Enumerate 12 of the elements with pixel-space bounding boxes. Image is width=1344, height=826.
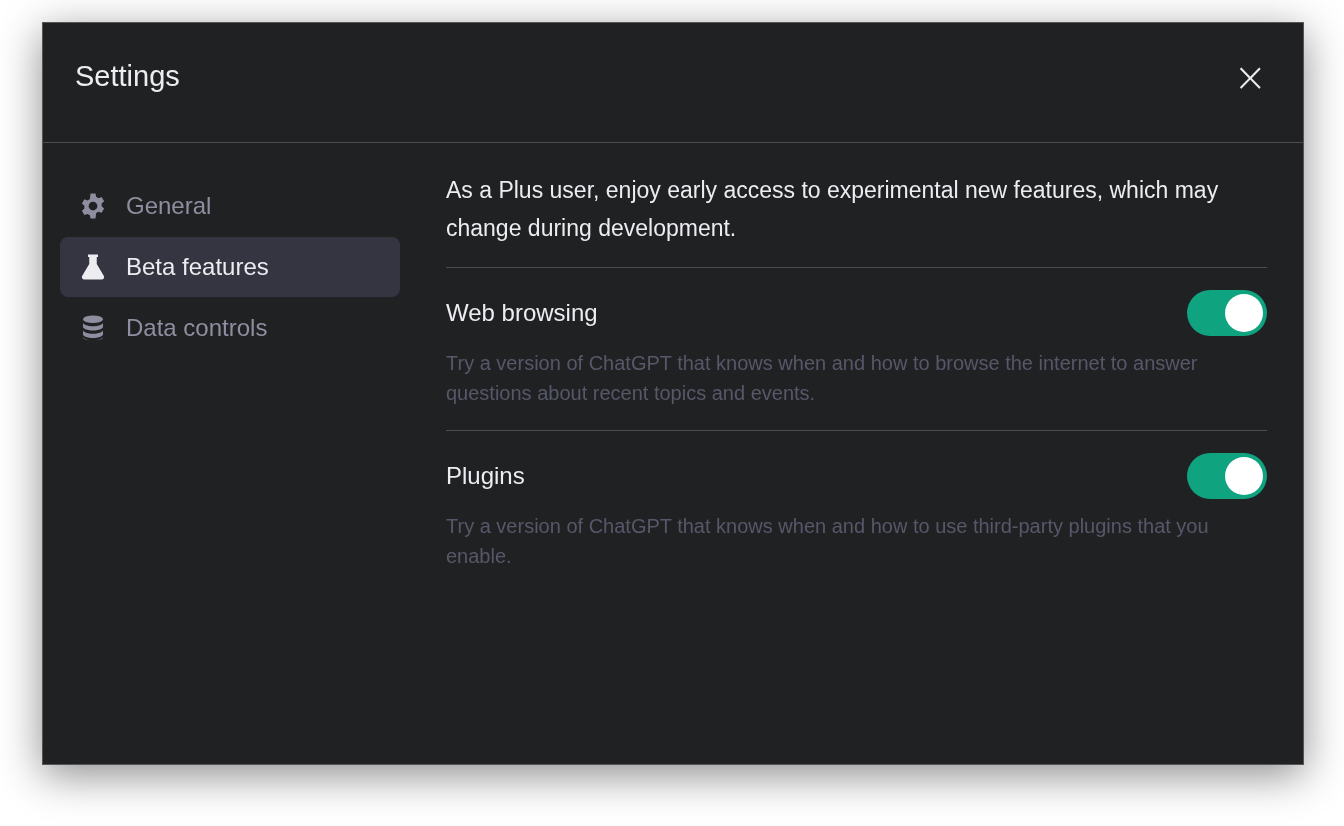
sidebar-tab[interactable]: General (60, 176, 400, 236)
feature-label: Plugins (446, 461, 525, 491)
feature-description: Try a version of ChatGPT that knows when and how to use third-party plugins that you enable. (446, 514, 1210, 569)
feature-label: Web browsing (446, 298, 598, 328)
intro-text: As a Plus user, enjoy early access to experimental new features, which may change during development. (446, 171, 1267, 268)
close-button[interactable]: × (1233, 56, 1267, 97)
toggle-switch[interactable] (1187, 290, 1267, 336)
feature-description: Try a version of ChatGPT that knows when and how to browse the internet to answer questions about recent topics and events. (446, 351, 1199, 406)
toggle-switch[interactable] (1187, 453, 1267, 499)
dialog-title: Settings (75, 58, 180, 94)
sidebar-tab[interactable]: Data controls (60, 298, 400, 358)
sidebar-tab[interactable]: Beta features (60, 237, 400, 297)
